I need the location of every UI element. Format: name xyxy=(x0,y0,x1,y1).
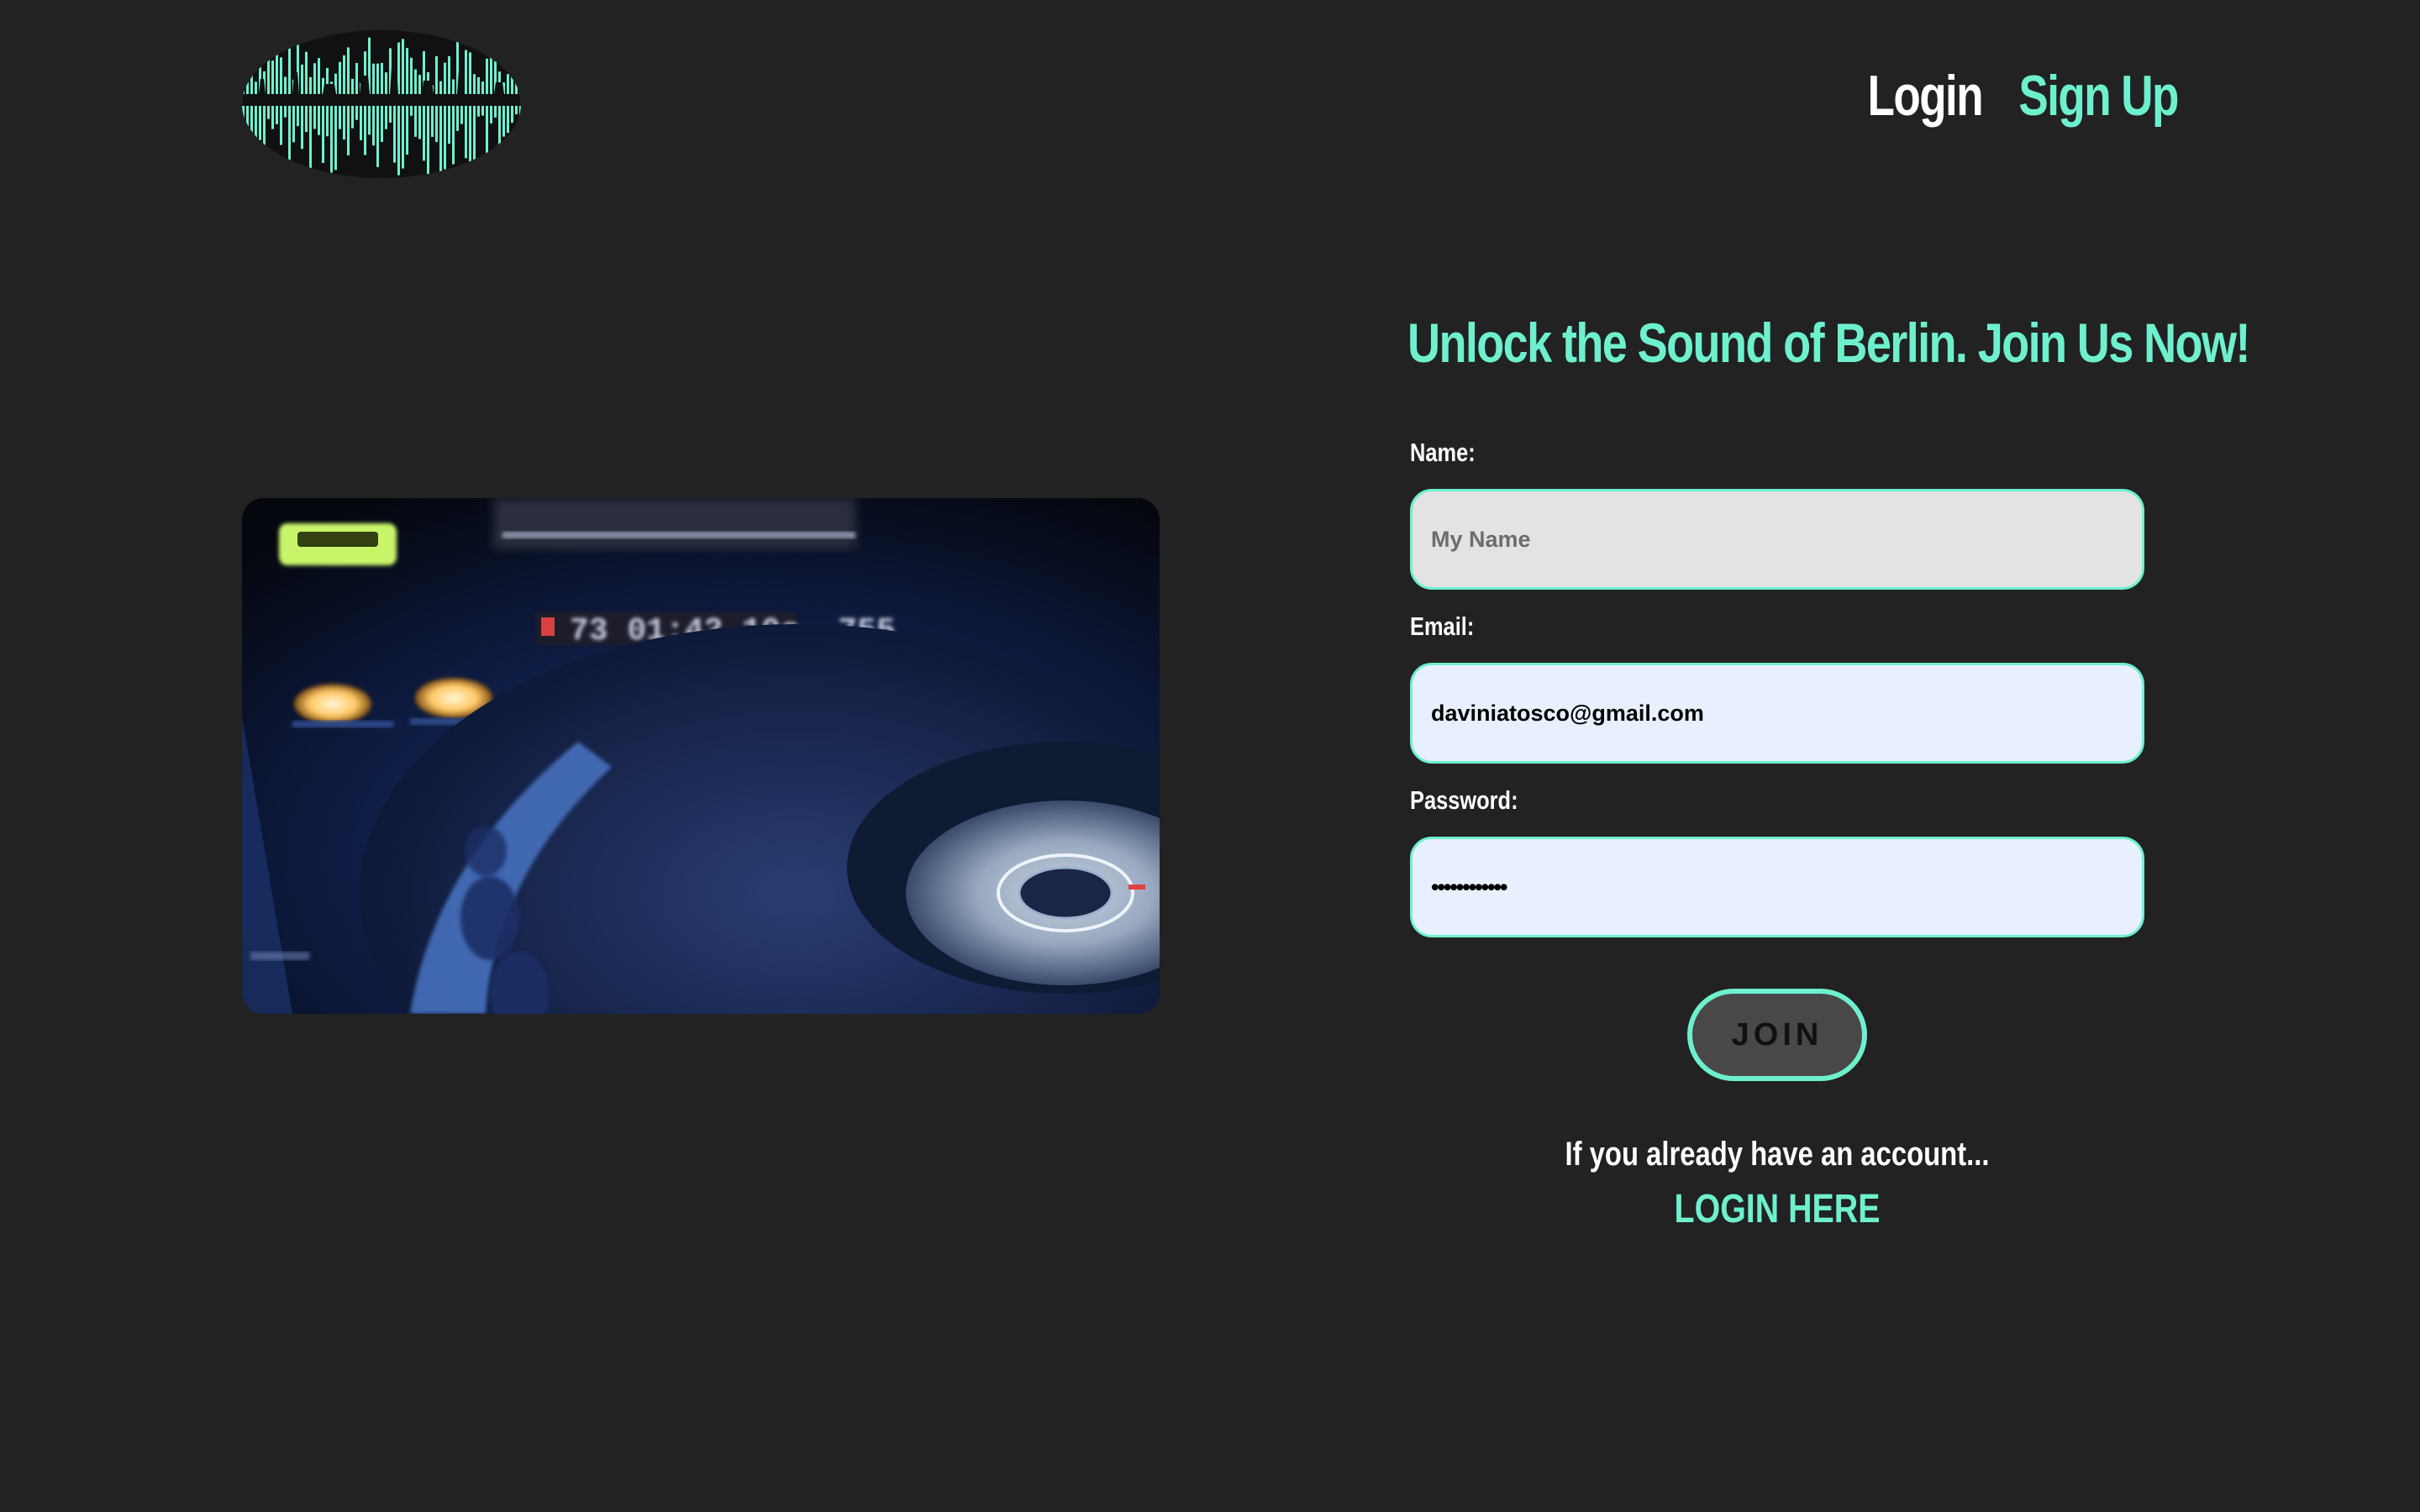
password-label: Password: xyxy=(1410,785,1518,815)
name-input[interactable] xyxy=(1410,489,2144,590)
logo-icon[interactable] xyxy=(242,29,521,180)
join-button[interactable]: JOIN xyxy=(1687,989,1867,1081)
dj-turntable-photo-icon: 73 01:42 10s .755 xyxy=(242,498,1160,1014)
name-label: Name: xyxy=(1410,438,1476,467)
page-headline: Unlock the Sound of Berlin. Join Us Now! xyxy=(1407,312,2250,374)
already-account-text: If you already have an account... xyxy=(1565,1136,1990,1173)
nav-signup-link[interactable]: Sign Up xyxy=(2019,67,2180,124)
top-nav: Login Sign Up xyxy=(1835,67,2180,124)
signup-page: Login Sign Up Unlock the Sound of Berlin… xyxy=(0,0,2420,1512)
password-field[interactable] xyxy=(1410,837,2144,937)
nav-login-link[interactable]: Login xyxy=(1868,67,1984,124)
login-here-link[interactable]: LOGIN HERE xyxy=(1476,1186,2079,1232)
email-field[interactable] xyxy=(1410,663,2144,764)
email-label: Email: xyxy=(1410,612,1475,641)
hero-image: 73 01:42 10s .755 xyxy=(242,498,1160,1014)
